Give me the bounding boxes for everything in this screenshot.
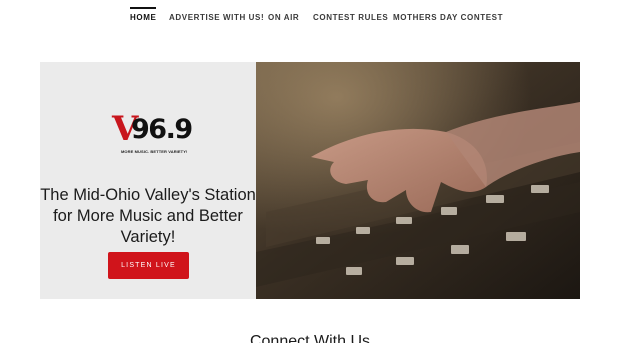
- nav-contest-rules[interactable]: CONTEST RULES: [313, 13, 388, 22]
- main-navigation: HOME ADVERTISE WITH US! ON AIR CONTEST R…: [0, 0, 620, 40]
- logo-tagline: MORE MUSIC. BETTER VARIETY!: [121, 149, 188, 154]
- nav-mothers-day-contest[interactable]: MOTHERS DAY CONTEST: [393, 13, 503, 22]
- nav-advertise[interactable]: ADVERTISE WITH US!: [169, 13, 264, 22]
- hero-image-mixing-console: [256, 62, 580, 299]
- hero-headline: The Mid-Ohio Valley's Station for More M…: [40, 186, 256, 246]
- connect-section-title: Connect With Us: [249, 333, 371, 343]
- logo-frequency: 96.9: [131, 114, 193, 145]
- mixing-console-photo: [256, 62, 580, 299]
- nav-on-air[interactable]: ON AIR: [268, 13, 299, 22]
- nav-home[interactable]: HOME: [130, 7, 157, 22]
- station-logo: V 96.9 MORE MUSIC. BETTER VARIETY!: [112, 112, 193, 156]
- listen-live-button[interactable]: LISTEN LIVE: [108, 252, 189, 279]
- hero-text-panel: V 96.9 MORE MUSIC. BETTER VARIETY! The M…: [40, 62, 256, 299]
- hero-section: V 96.9 MORE MUSIC. BETTER VARIETY! The M…: [40, 62, 580, 299]
